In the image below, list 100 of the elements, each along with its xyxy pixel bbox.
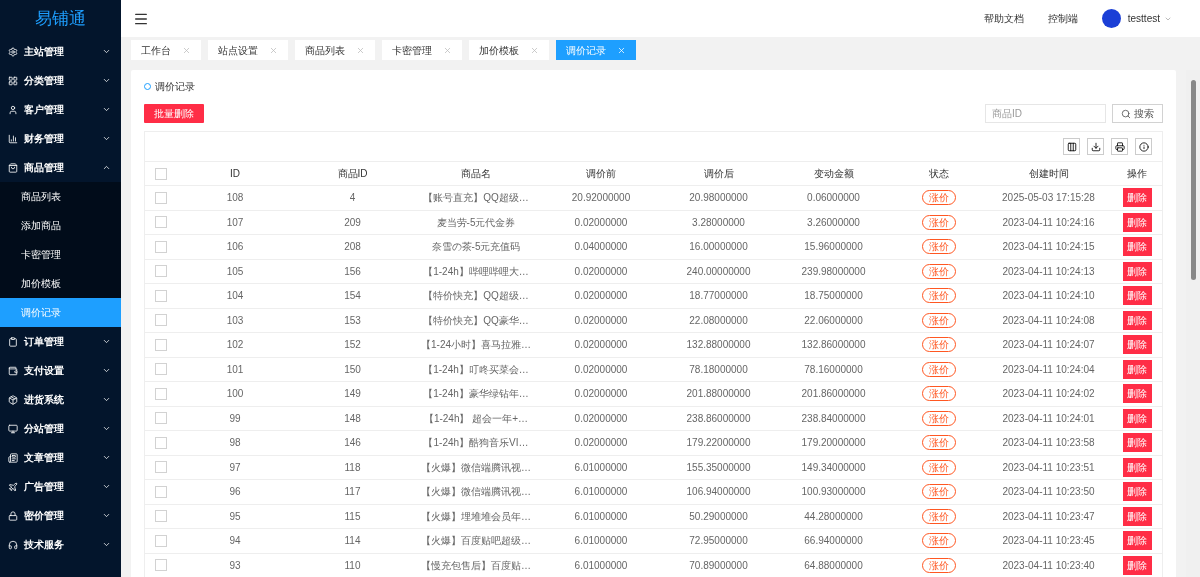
- batch-delete-button[interactable]: 批量删除: [144, 104, 204, 123]
- tab[interactable]: 卡密管理: [382, 40, 462, 60]
- info-icon[interactable]: [1135, 138, 1152, 155]
- sidebar-item[interactable]: 商品管理: [0, 153, 121, 182]
- checkbox[interactable]: [154, 338, 167, 351]
- print-icon[interactable]: [1111, 138, 1128, 155]
- delete-button[interactable]: 删除: [1122, 212, 1152, 232]
- lock-icon: [8, 510, 18, 521]
- close-icon[interactable]: [356, 45, 365, 55]
- column-header: 调价前: [586, 167, 616, 181]
- submenu-item[interactable]: 卡密管理: [0, 240, 121, 269]
- sidebar-item[interactable]: 分类管理: [0, 66, 121, 95]
- table-cell-text: 106: [226, 240, 244, 255]
- checkbox[interactable]: [154, 314, 167, 327]
- delete-button[interactable]: 删除: [1122, 506, 1152, 526]
- close-icon[interactable]: [530, 45, 539, 55]
- table-cell-text: 0.02000000: [574, 215, 628, 230]
- checkbox[interactable]: [154, 191, 167, 204]
- sidebar-item[interactable]: 密价管理: [0, 501, 121, 530]
- header-link[interactable]: 帮助文档: [983, 11, 1024, 26]
- delete-button[interactable]: 删除: [1122, 555, 1152, 575]
- table-cell-text: 114: [344, 534, 361, 549]
- checkbox[interactable]: [154, 461, 167, 474]
- sidebar-item[interactable]: 进货系统: [0, 385, 121, 414]
- close-icon[interactable]: [617, 45, 626, 55]
- delete-button[interactable]: 删除: [1122, 384, 1152, 404]
- table-cell-text: 209: [344, 215, 361, 230]
- checkbox[interactable]: [154, 436, 167, 449]
- table-cell-text: 6.01000000: [574, 509, 628, 524]
- delete-button[interactable]: 删除: [1122, 433, 1152, 453]
- close-icon[interactable]: [443, 45, 452, 55]
- columns-icon[interactable]: [1063, 138, 1080, 155]
- delete-button[interactable]: 删除: [1122, 237, 1152, 257]
- chevron-down-icon: [102, 76, 111, 85]
- delete-button[interactable]: 删除: [1122, 408, 1152, 428]
- checkbox[interactable]: [154, 167, 167, 180]
- sidebar-item[interactable]: 财务管理: [0, 124, 121, 153]
- export-icon[interactable]: [1087, 138, 1104, 155]
- user-name[interactable]: testtest: [1127, 11, 1160, 26]
- search-field[interactable]: 商品ID: [985, 104, 1106, 123]
- submenu-item[interactable]: 加价模板: [0, 269, 121, 298]
- sidebar-item[interactable]: 文章管理: [0, 443, 121, 472]
- column-header: 商品ID: [337, 167, 368, 181]
- checkbox[interactable]: [154, 216, 167, 229]
- grid-icon: [8, 75, 18, 86]
- table-cell-text: 【1-24h】豪华绿钻年…: [423, 387, 529, 402]
- column-header: ID: [230, 167, 240, 181]
- table-cell-text: 150: [344, 362, 361, 377]
- checkbox[interactable]: [154, 240, 167, 253]
- sidebar-item[interactable]: 支付设置: [0, 356, 121, 385]
- tab[interactable]: 商品列表: [295, 40, 375, 60]
- search-button[interactable]: 搜索: [1112, 104, 1163, 123]
- sidebar-item[interactable]: 订单管理: [0, 327, 121, 356]
- close-icon[interactable]: [269, 45, 278, 55]
- chevron-down-icon: [102, 482, 111, 491]
- sidebar-item[interactable]: 分站管理: [0, 414, 121, 443]
- delete-button[interactable]: 删除: [1122, 335, 1152, 355]
- checkbox[interactable]: [154, 510, 167, 523]
- delete-button[interactable]: 删除: [1122, 531, 1152, 551]
- table-cell-text: 239.98000000: [801, 264, 866, 279]
- sidebar-item[interactable]: 主站管理: [0, 37, 121, 66]
- sidebar-item[interactable]: 广告管理: [0, 472, 121, 501]
- tab[interactable]: 工作台: [131, 40, 201, 60]
- delete-button[interactable]: 删除: [1122, 457, 1152, 477]
- sidebar-item[interactable]: 客户管理: [0, 95, 121, 124]
- column-header: 创建时间: [1028, 167, 1069, 181]
- tab[interactable]: 加价模板: [469, 40, 549, 60]
- submenu-item[interactable]: 添加商品: [0, 211, 121, 240]
- tab[interactable]: 站点设置: [208, 40, 288, 60]
- checkbox[interactable]: [154, 559, 167, 572]
- submenu-item[interactable]: 商品列表: [0, 182, 121, 211]
- delete-button[interactable]: 删除: [1122, 286, 1152, 306]
- delete-button[interactable]: 删除: [1122, 188, 1152, 208]
- delete-button[interactable]: 删除: [1122, 310, 1152, 330]
- table-cell-text: 20.98000000: [689, 191, 748, 206]
- sidebar-item[interactable]: 技术服务: [0, 530, 121, 559]
- table-cell-text: 【1-24h】酷狗音乐VI…: [423, 436, 529, 451]
- table-cell-text: 102: [226, 338, 244, 353]
- table-cell-text: 【特价快充】QQ超级…: [423, 289, 529, 304]
- checkbox[interactable]: [154, 534, 167, 547]
- close-icon[interactable]: [182, 45, 191, 55]
- checkbox[interactable]: [154, 387, 167, 400]
- table-cell-text: 240.00000000: [686, 264, 751, 279]
- checkbox[interactable]: [154, 289, 167, 302]
- table-cell-text: 2023-04-11 10:23:45: [1002, 534, 1095, 549]
- table-cell-text: 0.02000000: [574, 289, 628, 304]
- table-cell-text: 【1-24h】 超会一年+…: [423, 411, 529, 426]
- delete-button[interactable]: 删除: [1122, 359, 1152, 379]
- checkbox[interactable]: [154, 363, 167, 376]
- table-cell-text: 【慢充包售后】百度贴…: [421, 558, 531, 573]
- delete-button[interactable]: 删除: [1122, 482, 1152, 502]
- checkbox[interactable]: [154, 412, 167, 425]
- table-cell-text: 2023-04-11 10:24:01: [1002, 411, 1095, 426]
- header-link[interactable]: 控制端: [1047, 11, 1078, 26]
- checkbox[interactable]: [154, 265, 167, 278]
- chevron-down-icon: [102, 424, 111, 433]
- delete-button[interactable]: 删除: [1122, 261, 1152, 281]
- table-cell-text: 【特价快充】QQ豪华…: [423, 313, 529, 328]
- checkbox[interactable]: [154, 485, 167, 498]
- table-cell-text: 2023-04-11 10:24:15: [1002, 240, 1095, 255]
